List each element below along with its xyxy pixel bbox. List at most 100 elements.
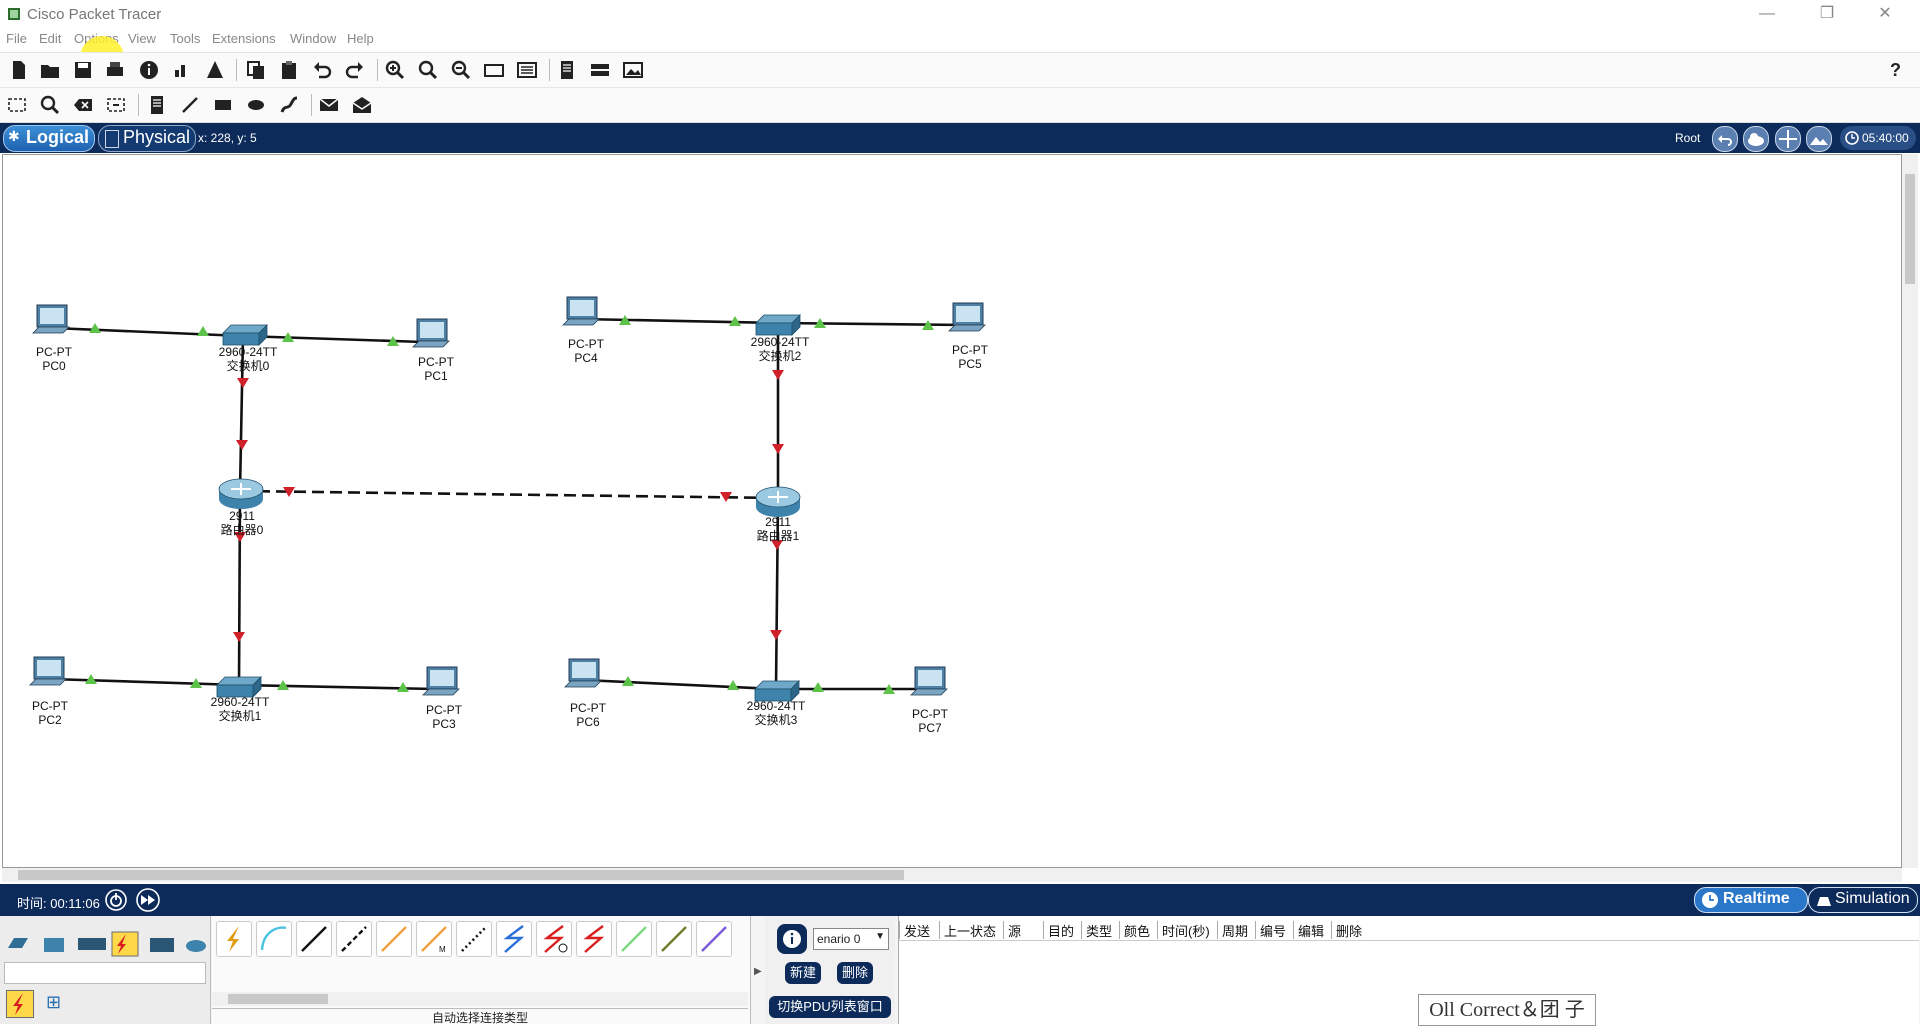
minimize-button[interactable]: —	[1752, 4, 1782, 24]
draw-line-icon[interactable]	[179, 94, 201, 116]
cable-scroll-thumb[interactable]	[228, 994, 328, 1004]
tab-physical[interactable]: Physical	[98, 125, 196, 152]
power-cycle-icon[interactable]	[104, 888, 128, 912]
save-icon[interactable]	[72, 59, 94, 81]
menu-extensions[interactable]: Extensions	[212, 31, 276, 46]
pc4-icon[interactable]	[562, 296, 600, 326]
close-window-button[interactable]: ✕	[1870, 4, 1900, 24]
pc4-label[interactable]: PC-PT PC4	[541, 337, 631, 365]
switch1-icon[interactable]	[216, 676, 262, 698]
vertical-scrollbar[interactable]	[1902, 154, 1918, 868]
cable-coaxial[interactable]	[456, 921, 492, 957]
new-scenario-button[interactable]: 新建	[785, 962, 821, 984]
cable-scrollbar[interactable]	[212, 992, 748, 1006]
back-button[interactable]	[1712, 126, 1738, 152]
realtime-mode-button[interactable]: Realtime	[1694, 887, 1808, 913]
drawing-palette-icon[interactable]	[483, 59, 505, 81]
pc2-label[interactable]: PC-PT PC2	[5, 699, 95, 727]
menu-help[interactable]: Help	[347, 31, 374, 46]
switch3-label[interactable]: 2960-24TT 交换机3	[731, 699, 821, 727]
cable-phone[interactable]: M	[416, 921, 452, 957]
zoom-in-icon[interactable]	[384, 59, 406, 81]
server-icon[interactable]	[589, 59, 611, 81]
cable-octal[interactable]	[576, 921, 612, 957]
help-icon[interactable]: ?	[1890, 60, 1901, 81]
menu-file[interactable]: File	[6, 31, 27, 46]
grid-icon[interactable]: ⊞	[46, 992, 61, 1013]
select-icon[interactable]	[6, 94, 28, 116]
pc3-icon[interactable]	[422, 666, 460, 696]
router0-icon[interactable]	[218, 478, 264, 510]
move-object-button[interactable]	[1775, 126, 1801, 152]
logical-workspace[interactable]: PC-PT PC0 2960-24TT 交换机0 PC-PT PC1 PC-PT PC4…	[2, 154, 1902, 868]
cable-straight-through[interactable]	[296, 921, 332, 957]
print-icon[interactable]	[104, 59, 126, 81]
new-cluster-button[interactable]	[1743, 126, 1769, 152]
network-info-icon[interactable]	[171, 59, 193, 81]
add-simple-pdu-icon[interactable]	[318, 94, 340, 116]
viewport-clock[interactable]: 05:40:00	[1840, 126, 1916, 150]
cable-fiber-purple[interactable]	[696, 921, 732, 957]
custom-device-dialog-icon[interactable]	[516, 59, 538, 81]
resize-shape-icon[interactable]	[105, 94, 127, 116]
pc7-icon[interactable]	[910, 666, 948, 696]
draw-ellipse-icon[interactable]	[245, 94, 267, 116]
pc7-label[interactable]: PC-PT PC7	[885, 707, 975, 735]
root-breadcrumb[interactable]: Root	[1675, 131, 1700, 145]
switch0-label[interactable]: 2960-24TT 交换机0	[203, 345, 293, 373]
switch3-icon[interactable]	[754, 680, 800, 702]
view-command-log-icon[interactable]	[556, 59, 578, 81]
undo-icon[interactable]	[311, 59, 333, 81]
redo-icon[interactable]	[344, 59, 366, 81]
image-icon[interactable]	[622, 59, 644, 81]
toggle-pdu-list-button[interactable]: 切换PDU列表窗口	[769, 996, 891, 1018]
menu-tools[interactable]: Tools	[170, 31, 200, 46]
cable-crossover[interactable]	[336, 921, 372, 957]
inspect-icon[interactable]	[39, 94, 61, 116]
new-file-icon[interactable]	[8, 59, 30, 81]
tab-logical[interactable]: ✱ Logical	[3, 125, 95, 152]
fast-forward-icon[interactable]	[134, 888, 162, 912]
delete-scenario-button[interactable]: 删除	[837, 962, 873, 984]
pc5-label[interactable]: PC-PT PC5	[925, 343, 1015, 371]
pc0-label[interactable]: PC-PT PC0	[9, 345, 99, 373]
copy-icon[interactable]	[245, 59, 267, 81]
cable-iot[interactable]	[616, 921, 652, 957]
place-note-icon[interactable]	[146, 94, 168, 116]
horizontal-scroll-thumb[interactable]	[18, 870, 904, 880]
cable-console[interactable]	[256, 921, 292, 957]
pc1-icon[interactable]	[412, 318, 450, 348]
cable-usb[interactable]	[656, 921, 692, 957]
device-filter-box[interactable]	[4, 962, 206, 984]
scenario-select[interactable]: enario 0 ▼	[813, 928, 889, 950]
horizontal-scrollbar[interactable]	[2, 868, 1902, 882]
open-folder-icon[interactable]	[39, 59, 61, 81]
router1-label[interactable]: 2911 路由器1	[733, 515, 823, 543]
cable-auto[interactable]	[216, 921, 252, 957]
pc6-label[interactable]: PC-PT PC6	[543, 701, 633, 729]
menu-window[interactable]: Window	[290, 31, 336, 46]
paste-icon[interactable]	[278, 59, 300, 81]
draw-rectangle-icon[interactable]	[212, 94, 234, 116]
set-background-button[interactable]	[1806, 126, 1832, 152]
delete-icon[interactable]	[72, 94, 94, 116]
zoom-reset-icon[interactable]	[417, 59, 439, 81]
info-icon[interactable]	[138, 59, 160, 81]
menu-edit[interactable]: Edit	[39, 31, 61, 46]
add-complex-pdu-icon[interactable]	[351, 94, 373, 116]
connections-category-button[interactable]	[6, 990, 34, 1018]
pc0-icon[interactable]	[32, 304, 70, 334]
panel-collapse-icon[interactable]: ▶	[754, 966, 762, 977]
switch2-icon[interactable]	[755, 314, 801, 336]
pc3-label[interactable]: PC-PT PC3	[399, 703, 489, 731]
pc6-icon[interactable]	[564, 658, 602, 688]
scenario-info-button[interactable]	[777, 924, 807, 954]
restore-button[interactable]: ❐	[1812, 4, 1842, 24]
activity-wizard-icon[interactable]	[204, 59, 226, 81]
switch1-label[interactable]: 2960-24TT 交换机1	[195, 695, 285, 723]
pc1-label[interactable]: PC-PT PC1	[391, 355, 481, 383]
cable-serial-dte[interactable]	[536, 921, 572, 957]
router1-icon[interactable]	[755, 486, 801, 518]
cable-fiber[interactable]	[376, 921, 412, 957]
router0-label[interactable]: 2911 路由器0	[197, 509, 287, 537]
